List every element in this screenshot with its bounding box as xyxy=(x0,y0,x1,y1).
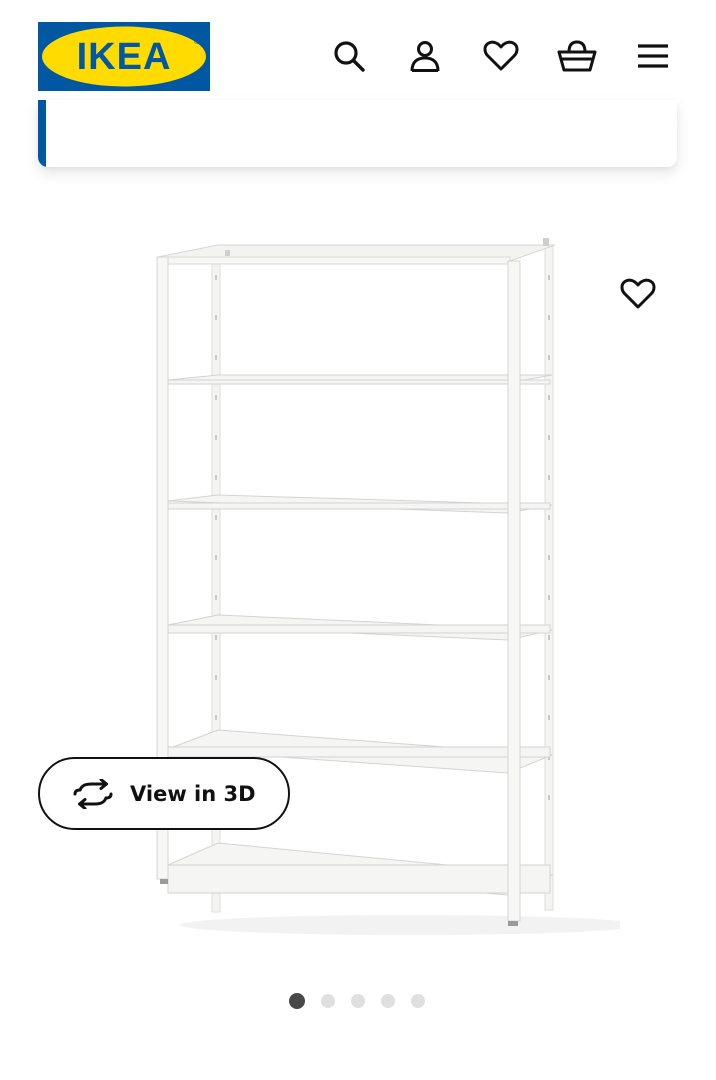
notice-banner xyxy=(38,100,677,167)
menu-icon[interactable] xyxy=(630,33,676,79)
header-actions xyxy=(326,33,676,79)
search-icon[interactable] xyxy=(326,33,372,79)
favourites-icon[interactable] xyxy=(478,33,524,79)
logo-wordmark: IKEA xyxy=(77,36,172,78)
view-in-3d-label: View in 3D xyxy=(130,781,256,806)
product-image[interactable] xyxy=(100,225,640,945)
rotate-icon xyxy=(72,778,114,809)
account-icon[interactable] xyxy=(402,33,448,79)
favourite-button[interactable] xyxy=(614,270,662,318)
notice-accent-bar xyxy=(38,100,46,167)
registered-mark: ® xyxy=(194,37,200,46)
carousel-indicator xyxy=(289,993,425,1009)
site-header: IKEA ® xyxy=(0,0,716,112)
carousel-dot[interactable] xyxy=(381,994,395,1008)
carousel-dot[interactable] xyxy=(351,994,365,1008)
carousel-dot[interactable] xyxy=(289,993,305,1009)
heart-outline-icon xyxy=(620,278,656,309)
view-in-3d-button[interactable]: View in 3D xyxy=(38,757,290,830)
carousel-dot[interactable] xyxy=(321,994,335,1008)
ikea-logo[interactable]: IKEA ® xyxy=(38,22,210,91)
product-page: IKEA ® View in 3D xyxy=(0,0,716,1080)
basket-icon[interactable] xyxy=(554,33,600,79)
carousel-dot[interactable] xyxy=(411,994,425,1008)
